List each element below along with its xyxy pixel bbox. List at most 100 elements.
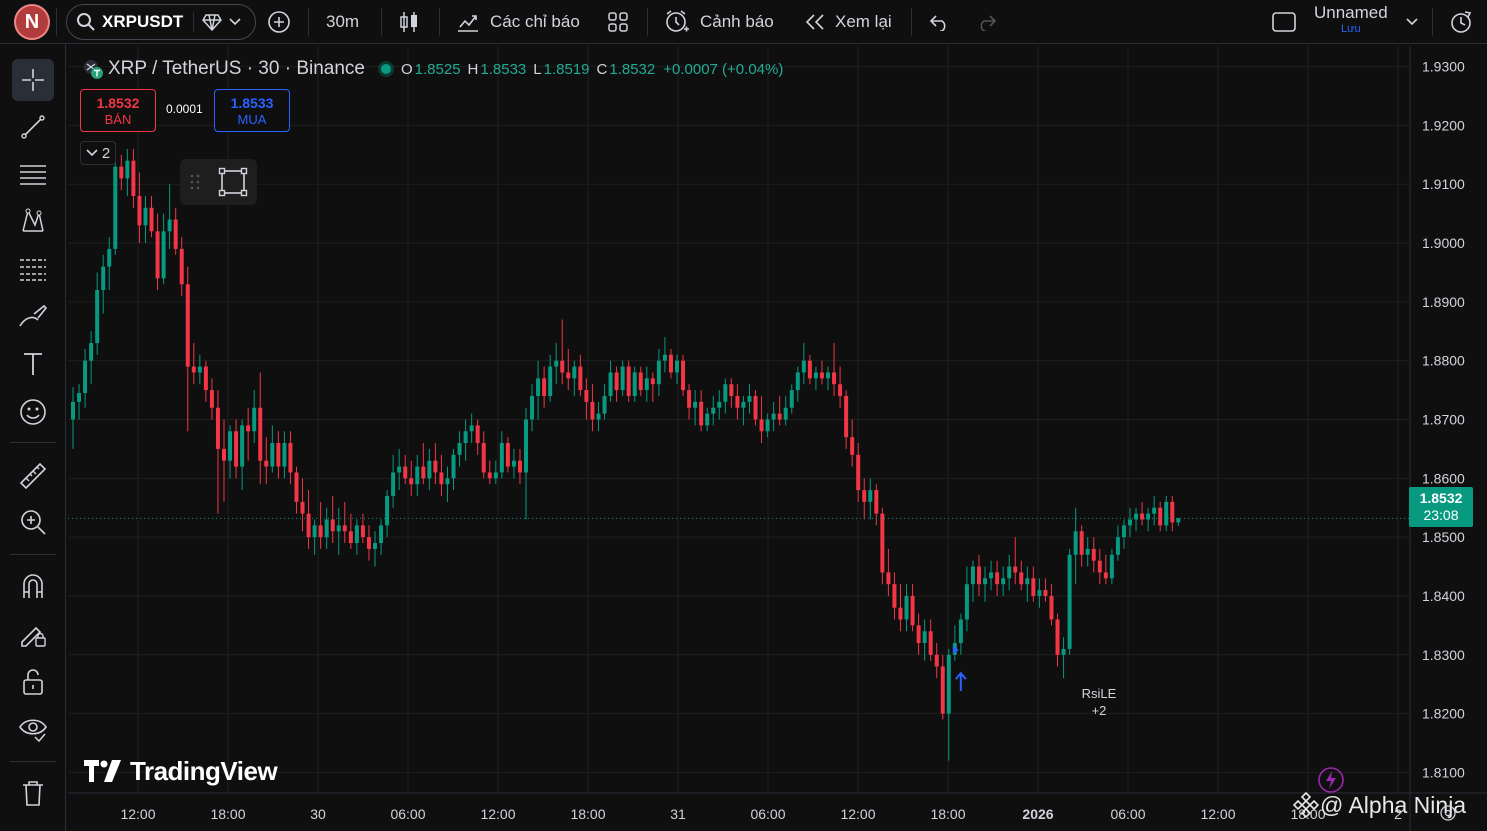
candle-body (457, 443, 462, 455)
pattern-icon[interactable] (12, 200, 54, 242)
candle-body (832, 372, 837, 385)
candle-body (970, 566, 975, 585)
time-axis-label: 12:00 (120, 806, 155, 822)
search-icon[interactable] (76, 0, 96, 44)
indicators-icon[interactable] (456, 0, 480, 44)
candle-body (916, 625, 921, 644)
indicators-button[interactable]: Các chỉ báo (490, 0, 580, 44)
horizontal-lines-icon[interactable] (12, 153, 54, 195)
candle-body (222, 448, 226, 461)
ruler-icon[interactable] (12, 455, 54, 497)
candle-body (560, 360, 565, 373)
price-chart[interactable]: 1.9300 1.9200 1.9100 1.9000 1.8900 1.8800 1.87… (68, 46, 1487, 831)
sell-button[interactable]: 1.8532 BÁN (80, 89, 156, 132)
undo-icon[interactable] (929, 0, 951, 44)
candle-body (119, 166, 124, 179)
rewind-icon[interactable] (804, 0, 826, 44)
lock-drawing-icon[interactable] (12, 613, 54, 655)
candle-body (505, 443, 510, 467)
layout-name[interactable]: Unnamed (1314, 3, 1388, 23)
symbol-title[interactable]: XRP / TetherUS · 30 · Binance (108, 58, 365, 80)
chevron-down-icon[interactable] (229, 0, 241, 44)
candle-body (149, 207, 154, 232)
quick-search-icon[interactable] (1450, 0, 1474, 44)
candle-body (928, 631, 933, 655)
candle-body (662, 354, 667, 361)
candle-body (554, 360, 559, 367)
settings-icon[interactable] (1438, 803, 1458, 823)
divider (10, 554, 56, 555)
trash-icon[interactable] (12, 772, 54, 814)
buy-button[interactable]: 1.8533 MUA (214, 89, 290, 132)
replay-button[interactable]: Xem lại (835, 0, 892, 44)
candle-body (137, 195, 142, 226)
candle-body (723, 384, 728, 402)
drag-handle-icon[interactable] (188, 173, 202, 191)
candle-body (717, 401, 722, 408)
candle-body (288, 443, 293, 473)
candle-body (1164, 501, 1169, 526)
layout-grid-icon[interactable] (607, 0, 629, 44)
candle-body (89, 343, 94, 361)
emoji-icon[interactable] (12, 391, 54, 433)
symbol-name[interactable]: XRPUSDT (102, 0, 183, 44)
user-avatar[interactable]: N (14, 4, 50, 40)
candle-body (1067, 554, 1072, 649)
chevron-down-icon[interactable] (1406, 0, 1418, 44)
fib-retracement-icon[interactable] (12, 248, 54, 290)
layout-square-icon[interactable] (1272, 0, 1296, 44)
chart-pane[interactable]: 1.9300 1.9200 1.9100 1.9000 1.8900 1.8800 1.87… (68, 46, 1487, 831)
price-axis-label: 1.8900 (1422, 294, 1465, 310)
xrp-logo-icon (84, 60, 103, 79)
divider (10, 442, 56, 443)
candle-body (711, 407, 716, 414)
signal-extra: +2 (1091, 703, 1107, 718)
time-axis-label: 18:00 (570, 806, 605, 822)
candle-body (904, 595, 909, 620)
candle-body (348, 531, 353, 544)
brush-icon[interactable] (12, 296, 54, 338)
candle-body (179, 248, 184, 285)
strategy-signal-label[interactable]: RsiLE +2 (1074, 685, 1124, 719)
unlock-icon[interactable] (12, 661, 54, 703)
candle-body (77, 393, 82, 402)
candle-body (572, 366, 577, 379)
eye-icon[interactable] (12, 708, 54, 750)
candle-body (1109, 554, 1114, 579)
redo-icon[interactable] (975, 0, 997, 44)
alarm-clock-icon[interactable] (664, 0, 690, 44)
candle-body (801, 360, 806, 373)
zoom-in-icon[interactable] (12, 501, 54, 543)
candle-body (1061, 648, 1066, 655)
add-symbol-icon[interactable] (267, 0, 291, 44)
candles-icon[interactable] (398, 0, 420, 44)
layout-save-label[interactable]: Lưu (1341, 23, 1361, 35)
price-axis-label: 1.9300 (1422, 59, 1465, 75)
candle-body (922, 631, 927, 644)
sell-label: BÁN (104, 112, 132, 127)
candle-body (813, 372, 818, 379)
indicators-collapse-button[interactable]: 2 (80, 141, 116, 165)
candle-body (101, 266, 106, 291)
alerts-button[interactable]: Cảnh báo (700, 0, 774, 44)
tradingview-logo[interactable]: TradingView (84, 756, 278, 786)
crosshair-icon[interactable] (12, 59, 54, 101)
time-axis-label: 18:00 (210, 806, 245, 822)
candle-body (421, 466, 426, 479)
candle-body (681, 360, 686, 391)
text-icon[interactable] (12, 343, 54, 385)
interval-button[interactable]: 30m (326, 0, 359, 44)
candle-body (1037, 590, 1042, 596)
divider (308, 8, 309, 36)
time-axis-label: 06:00 (750, 806, 785, 822)
candle-body (1019, 572, 1024, 585)
diamond-icon[interactable] (202, 0, 222, 44)
rectangle-select-icon[interactable] (218, 167, 248, 197)
candle-body (620, 366, 625, 391)
candle-body (705, 413, 710, 426)
trend-line-icon[interactable] (12, 106, 54, 148)
magnet-icon[interactable] (12, 565, 54, 607)
candle-body (197, 366, 202, 373)
price-axis-label: 1.8100 (1422, 764, 1465, 780)
candle-body (107, 248, 112, 267)
